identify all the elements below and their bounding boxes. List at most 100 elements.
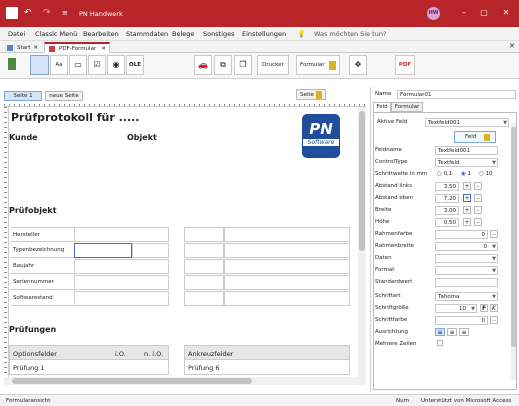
scroll-thumb[interactable]	[359, 111, 365, 251]
scroll-thumb[interactable]	[12, 378, 252, 384]
menu-classic[interactable]: Classic Menü	[35, 30, 77, 38]
user-avatar[interactable]: HW	[427, 7, 440, 20]
active-field-select[interactable]: Textfeld001 ▼	[425, 118, 509, 127]
car-icon[interactable]: 🚗	[194, 55, 212, 75]
top-input[interactable]: 7,20	[435, 194, 459, 203]
tab-close-icon[interactable]: ✕	[33, 43, 38, 53]
logo-pn: PN	[309, 120, 333, 138]
tell-me-search[interactable]: Was möchten Sie tun?	[314, 30, 386, 38]
align-center-icon[interactable]: ≡	[447, 328, 457, 336]
height-input[interactable]: 0,50	[435, 218, 459, 227]
minimize-icon[interactable]: –	[458, 7, 470, 19]
font-color-picker-button[interactable]: …	[490, 316, 498, 324]
italic-button[interactable]: K	[490, 304, 498, 312]
right-cell	[224, 243, 350, 258]
font-size-select[interactable]: 10 ▼	[435, 304, 477, 313]
horizontal-scrollbar[interactable]	[4, 377, 366, 385]
customize-quickaccess-icon[interactable]: ≡	[62, 7, 74, 19]
field-button[interactable]: Feld	[454, 131, 496, 143]
width-input[interactable]: 3,00	[435, 206, 459, 215]
height-plus-button[interactable]: +	[463, 218, 471, 226]
step-radio-10[interactable]: ○ 10	[479, 169, 493, 179]
menu-bearbeiten[interactable]: Bearbeiten	[83, 30, 119, 38]
scroll-thumb[interactable]	[511, 127, 516, 347]
multiline-checkbox[interactable]	[437, 340, 443, 346]
maximize-icon[interactable]: ▢	[478, 7, 490, 19]
title-bar: ↶ ↷ ≡ PN Handwerk HW – ▢ ✕	[0, 0, 519, 27]
props-scrollbar[interactable]	[511, 122, 516, 380]
close-all-icon[interactable]: ✕	[509, 42, 515, 50]
pdf-button[interactable]: PDF	[395, 55, 415, 75]
page-button[interactable]: Seite	[296, 89, 326, 100]
fieldname-label: Feldname	[375, 147, 402, 153]
menu-stammdaten[interactable]: Stammdaten	[126, 30, 168, 38]
format-select[interactable]: ▼	[435, 266, 498, 275]
tab-page-1[interactable]: Seite 1	[4, 91, 42, 101]
tab-start[interactable]: Start ✕	[2, 42, 42, 53]
data-select[interactable]: ▼	[435, 254, 498, 263]
field-label: Softwarestand	[11, 291, 74, 306]
copy-icon[interactable]: ⧉	[214, 55, 232, 75]
step-radio-1[interactable]: ◉ 1	[461, 169, 471, 179]
ole-tool-button[interactable]: OLE	[126, 55, 144, 75]
softwarestand-field[interactable]	[74, 291, 169, 306]
tab-form[interactable]: Formular	[391, 102, 423, 112]
undo-icon[interactable]: ↶	[24, 7, 36, 19]
page-icon	[316, 91, 322, 99]
vertical-scrollbar[interactable]	[358, 107, 366, 377]
border-color-input[interactable]: 0	[435, 230, 488, 239]
menu-belege[interactable]: Belege	[172, 30, 194, 38]
form-button[interactable]: Formular	[296, 55, 340, 75]
select-tool-button[interactable]	[30, 55, 49, 75]
controltype-value: Textfeld	[438, 160, 460, 166]
width-plus-button[interactable]: +	[463, 206, 471, 214]
name-input[interactable]: Formular01	[397, 90, 516, 99]
tab-new-page[interactable]: neue Seite	[45, 91, 83, 101]
top-plus-button[interactable]: +	[463, 194, 471, 202]
left-input[interactable]: 3,50	[435, 182, 459, 191]
pages-icon[interactable]: ❐	[234, 55, 252, 75]
format-label: Format	[375, 267, 395, 273]
move-icon[interactable]: ✥	[349, 55, 367, 75]
lightbulb-icon: 💡	[297, 30, 306, 38]
printer-button[interactable]: Drucker	[257, 55, 289, 75]
controltype-select[interactable]: Textfeld ▼	[435, 158, 498, 167]
tab-field[interactable]: Feld	[373, 102, 391, 112]
form-button-label: Formular	[300, 62, 325, 68]
close-icon[interactable]: ✕	[500, 7, 512, 19]
radio-tool-button[interactable]: ◉	[107, 55, 125, 75]
menu-sonstiges[interactable]: Sonstiges	[203, 30, 234, 38]
logo-software: Software	[303, 139, 339, 146]
menu-einstellungen[interactable]: Einstellungen	[242, 30, 286, 38]
left-plus-button[interactable]: +	[463, 182, 471, 190]
step-radio-01[interactable]: ○ 0,1	[437, 169, 452, 179]
checkbox-tool-button[interactable]: ☑	[88, 55, 106, 75]
status-access: Unterstützt von Microsoft Access	[421, 398, 512, 404]
text-tool-button[interactable]: Aa	[50, 55, 68, 75]
tab-pdf-formular[interactable]: PDF-Formular ✕	[44, 42, 110, 53]
baujahr-field[interactable]	[74, 259, 169, 274]
seriennummer-field[interactable]	[74, 275, 169, 290]
align-right-icon[interactable]: ≡	[459, 328, 469, 336]
exit-icon[interactable]	[3, 55, 21, 75]
align-left-icon[interactable]: ≡	[435, 328, 445, 336]
typenbezeichnung-field[interactable]	[74, 243, 132, 258]
height-minus-button[interactable]: -	[474, 218, 482, 226]
border-color-picker-button[interactable]: …	[490, 230, 498, 238]
status-view: Formularansicht	[6, 398, 51, 404]
save-icon[interactable]	[6, 7, 18, 19]
width-minus-button[interactable]: -	[474, 206, 482, 214]
default-input[interactable]	[435, 278, 498, 287]
top-minus-button[interactable]: -	[474, 194, 482, 202]
bold-button[interactable]: F	[480, 304, 488, 312]
list-tool-button[interactable]: ▭	[69, 55, 87, 75]
menu-datei[interactable]: Datei	[8, 30, 25, 38]
font-color-input[interactable]: 0	[435, 316, 488, 325]
border-width-select[interactable]: 0 ▼	[435, 242, 498, 251]
font-select[interactable]: Tahoma ▼	[435, 292, 498, 301]
left-minus-button[interactable]: -	[474, 182, 482, 190]
form-canvas[interactable]: Prüfprotokoll für ..... Kunde Objekt PN …	[9, 107, 358, 377]
fieldname-input[interactable]: Textfeld001	[435, 146, 498, 155]
redo-icon[interactable]: ↷	[43, 7, 55, 19]
hersteller-field[interactable]	[74, 227, 169, 242]
